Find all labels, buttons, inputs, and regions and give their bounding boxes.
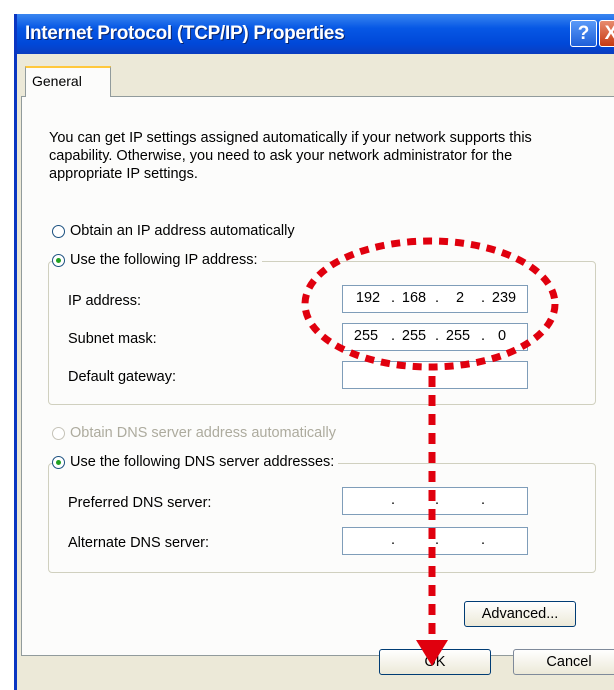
close-icon: X bbox=[604, 22, 614, 44]
dialog-window: Internet Protocol (TCP/IP) Properties ? … bbox=[14, 14, 614, 690]
octet-dot: . bbox=[481, 532, 486, 548]
octet-dot: . bbox=[481, 290, 486, 306]
window-title: Internet Protocol (TCP/IP) Properties bbox=[25, 23, 345, 44]
octet: 255 bbox=[445, 328, 471, 344]
octet-dot: . bbox=[391, 532, 396, 548]
advanced-button[interactable]: Advanced... bbox=[464, 601, 576, 627]
radio-obtain-ip-auto[interactable]: Obtain an IP address automatically bbox=[52, 223, 299, 239]
radio-use-following-ip[interactable]: Use the following IP address: bbox=[52, 252, 262, 268]
tab-general[interactable]: General bbox=[25, 66, 111, 97]
octet-dot: . bbox=[391, 328, 396, 344]
radio-button[interactable] bbox=[52, 253, 65, 267]
ip-address-label: IP address: bbox=[68, 293, 142, 309]
preferred-dns-label: Preferred DNS server: bbox=[68, 495, 212, 511]
dns-server-group bbox=[48, 463, 596, 573]
radio-button[interactable] bbox=[52, 224, 65, 238]
octet-dot: . bbox=[391, 492, 396, 508]
description-text: You can get IP settings assigned automat… bbox=[49, 130, 532, 182]
octet: 239 bbox=[491, 290, 517, 306]
default-gateway-field[interactable] bbox=[342, 361, 528, 389]
radio-obtain-dns-auto: Obtain DNS server address automatically bbox=[52, 425, 340, 441]
octet-dot: . bbox=[391, 290, 396, 306]
ip-address-field[interactable]: 192 . 168 . 2 . 239 bbox=[342, 285, 528, 313]
octet: 0 bbox=[497, 328, 507, 344]
general-panel: You can get IP settings assigned automat… bbox=[21, 96, 614, 656]
help-icon: ? bbox=[577, 22, 590, 44]
octet: 255 bbox=[401, 328, 427, 344]
octet-dot: . bbox=[435, 290, 440, 306]
octet-dot: . bbox=[435, 532, 440, 548]
radio-label: Obtain an IP address automatically bbox=[70, 223, 295, 239]
radio-button bbox=[52, 426, 65, 440]
radio-label: Use the following IP address: bbox=[70, 252, 258, 268]
help-button[interactable]: ? bbox=[570, 20, 597, 47]
alternate-dns-field[interactable]: . . . bbox=[342, 527, 528, 555]
subnet-mask-label: Subnet mask: bbox=[68, 331, 157, 347]
title-bar[interactable]: Internet Protocol (TCP/IP) Properties ? … bbox=[17, 14, 614, 54]
octet-dot: . bbox=[435, 328, 440, 344]
default-gateway-label: Default gateway: bbox=[68, 369, 177, 385]
octet: 255 bbox=[353, 328, 379, 344]
radio-label: Use the following DNS server addresses: bbox=[70, 454, 335, 470]
ok-button[interactable]: OK bbox=[379, 649, 491, 675]
octet-dot: . bbox=[435, 492, 440, 508]
octet: 2 bbox=[455, 290, 465, 306]
alternate-dns-label: Alternate DNS server: bbox=[68, 535, 210, 551]
cancel-button[interactable]: Cancel bbox=[513, 649, 614, 675]
radio-button[interactable] bbox=[52, 455, 65, 469]
close-button[interactable]: X bbox=[599, 20, 614, 47]
octet-dot: . bbox=[481, 492, 486, 508]
preferred-dns-field[interactable]: . . . bbox=[342, 487, 528, 515]
octet: 192 bbox=[355, 290, 381, 306]
radio-label: Obtain DNS server address automatically bbox=[70, 425, 336, 441]
radio-use-following-dns[interactable]: Use the following DNS server addresses: bbox=[52, 454, 339, 470]
octet: 168 bbox=[401, 290, 427, 306]
subnet-mask-field[interactable]: 255 . 255 . 255 . 0 bbox=[342, 323, 528, 351]
